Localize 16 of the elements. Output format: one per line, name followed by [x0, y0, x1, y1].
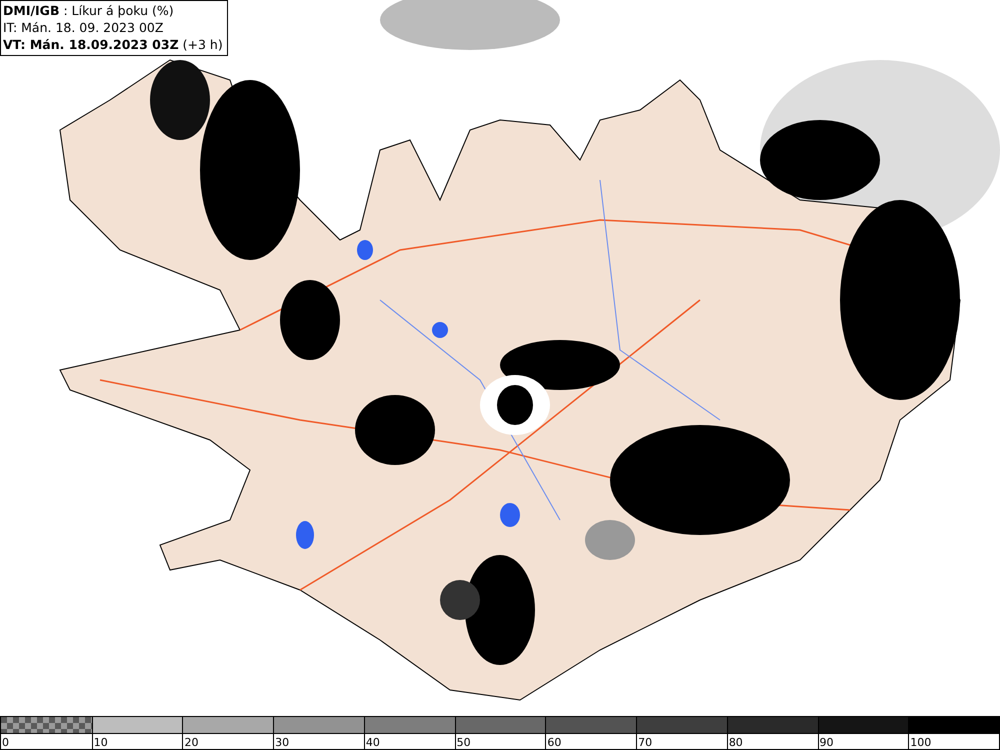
legend-tick-label: 50: [456, 736, 471, 749]
legend-tick-label: 10: [92, 736, 108, 749]
legend-tick-label: 40: [364, 736, 380, 749]
legend-tick-label: 30: [274, 736, 290, 749]
source-label: DMI/IGB: [3, 2, 60, 19]
issue-time: IT: Mán. 18. 09. 2023 00Z: [3, 19, 164, 36]
legend-tick-label: 20: [183, 736, 198, 749]
legend-tick-label: 100: [909, 736, 932, 749]
map-title: : Líkur á þoku (%): [63, 2, 174, 19]
legend-tick-label: 90: [818, 736, 834, 749]
legend-tick-label: 80: [728, 736, 743, 749]
legend-tick-label: 70: [637, 736, 652, 749]
forecast-offset: (+3 h): [182, 36, 223, 53]
valid-time: VT: Mán. 18.09.2023 03Z: [3, 36, 179, 53]
legend-tick-label: 60: [546, 736, 562, 749]
legend-tick-label: 0: [1, 736, 9, 749]
